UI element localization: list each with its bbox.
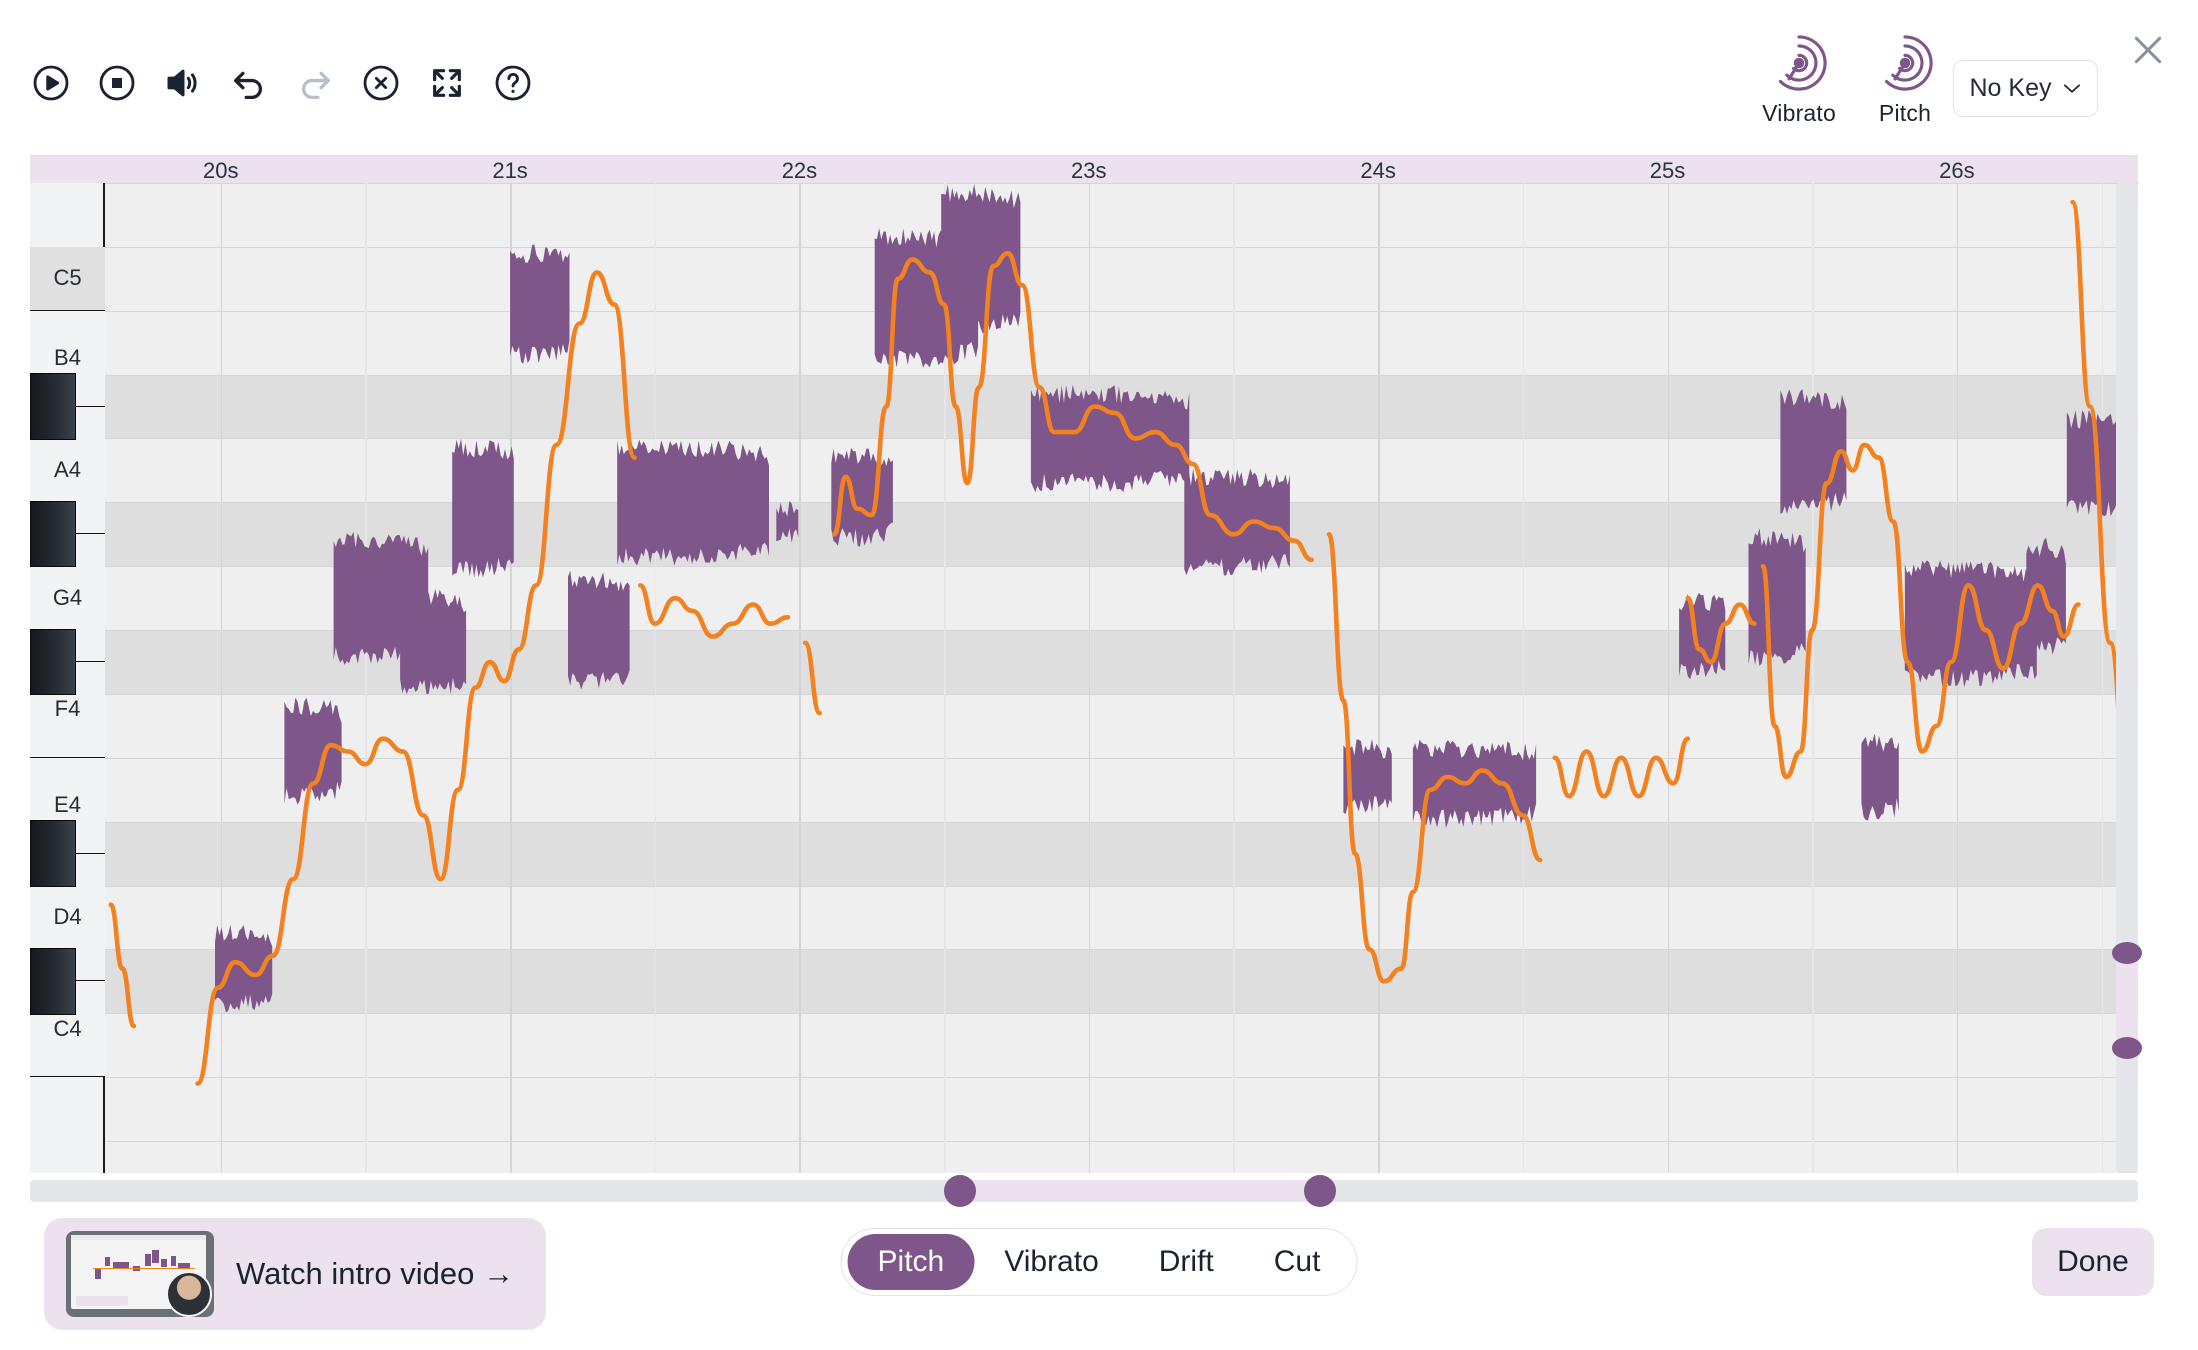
time-ruler[interactable]: 20s 21s 22s 23s 24s 25s 26s	[30, 155, 2138, 183]
ruler-tick: 22s	[782, 158, 817, 184]
piano-key-label: D4	[53, 904, 81, 930]
horizontal-scroll-range	[960, 1180, 1320, 1202]
knob-group: Vibrato Pitch	[1762, 30, 1938, 127]
vertical-scroll-handle-top[interactable]	[2112, 942, 2142, 964]
piano-key-asharp4[interactable]	[30, 373, 76, 439]
piano-key-fsharp4[interactable]	[30, 629, 76, 695]
avatar	[166, 1271, 212, 1317]
pitch-knob[interactable]: Pitch	[1872, 30, 1938, 127]
vibrato-dial-icon	[1766, 30, 1832, 96]
volume-icon[interactable]	[162, 62, 204, 104]
pitch-plot[interactable]	[105, 183, 2138, 1173]
ruler-tick: 25s	[1650, 158, 1685, 184]
piano-key-label: G4	[53, 585, 82, 611]
pitch-curve-segment[interactable]	[2073, 202, 2116, 956]
piano-key-label: C4	[53, 1016, 81, 1042]
note-blob[interactable]	[568, 571, 630, 690]
horizontal-scroll-handle-right[interactable]	[1304, 1175, 1336, 1207]
undo-icon[interactable]	[228, 62, 270, 104]
tool-mode-tabs[interactable]: PitchVibratoDriftCut	[841, 1228, 1358, 1296]
key-select-value: No Key	[1970, 74, 2052, 103]
intro-video-thumbnail	[66, 1231, 214, 1317]
tool-tab-vibrato[interactable]: Vibrato	[974, 1234, 1129, 1290]
reset-icon[interactable]	[360, 62, 402, 104]
pitch-knob-label: Pitch	[1879, 100, 1931, 127]
pitch-dial-icon	[1872, 30, 1938, 96]
pitch-curve-segment[interactable]	[1555, 739, 1688, 797]
ruler-tick: 24s	[1360, 158, 1395, 184]
help-icon[interactable]	[492, 62, 534, 104]
ruler-tick: 23s	[1071, 158, 1106, 184]
note-blob[interactable]	[510, 245, 569, 364]
piano-key-label: C5	[53, 265, 81, 291]
piano-key-label: B4	[54, 345, 81, 371]
tool-tab-drift[interactable]: Drift	[1129, 1234, 1244, 1290]
ruler-tick: 21s	[492, 158, 527, 184]
pitch-editor[interactable]: 20s 21s 22s 23s 24s 25s 26s C5 B4 A4 G4 F4 E4 D4 C4	[30, 155, 2138, 1173]
piano-key-c5[interactable]: C5	[30, 247, 105, 311]
vertical-scroll-handle-bottom[interactable]	[2112, 1037, 2142, 1059]
note-blob[interactable]	[1861, 734, 1898, 821]
note-blob[interactable]	[2067, 410, 2116, 516]
piano-key-csharp4[interactable]	[30, 948, 76, 1014]
piano-key-dsharp4[interactable]	[30, 820, 76, 886]
pitch-plot-svg	[105, 183, 2116, 1173]
tool-tab-cut[interactable]: Cut	[1244, 1234, 1351, 1290]
note-blob[interactable]	[284, 698, 341, 805]
piano-key-label: E4	[54, 792, 81, 818]
note-blob[interactable]	[1780, 389, 1846, 514]
piano-key-gsharp4[interactable]	[30, 501, 76, 567]
close-icon	[2128, 30, 2168, 70]
vertical-scroll-range	[2116, 953, 2138, 1048]
piano-roll-grid[interactable]: C5 B4 A4 G4 F4 E4 D4 C4	[30, 183, 2138, 1173]
note-blob[interactable]	[941, 184, 1020, 335]
done-button[interactable]: Done	[2032, 1228, 2154, 1296]
redo-icon	[294, 62, 336, 104]
key-select-dropdown[interactable]: No Key	[1953, 60, 2098, 117]
transport-toolbar	[30, 62, 534, 104]
note-blob[interactable]	[617, 440, 769, 566]
note-blob[interactable]	[776, 501, 798, 543]
app-header: Vibrato Pitch No Key	[0, 0, 2198, 152]
pitch-curve-segment[interactable]	[640, 585, 788, 636]
piano-key-label: F4	[55, 696, 81, 722]
stop-icon[interactable]	[96, 62, 138, 104]
note-blob[interactable]	[1749, 528, 1806, 666]
ruler-tick: 20s	[203, 158, 238, 184]
chevron-down-icon	[2063, 83, 2081, 94]
fullscreen-icon[interactable]	[426, 62, 468, 104]
piano-keyboard[interactable]: C5 B4 A4 G4 F4 E4 D4 C4	[30, 183, 105, 1173]
pitch-curve-segment[interactable]	[111, 905, 134, 1026]
close-button[interactable]	[2126, 28, 2170, 72]
note-blob[interactable]	[452, 439, 514, 578]
vertical-scrollbar[interactable]	[2116, 183, 2138, 1173]
piano-key-label: A4	[54, 457, 81, 483]
play-icon[interactable]	[30, 62, 72, 104]
vibrato-knob-label: Vibrato	[1762, 100, 1836, 127]
note-blob[interactable]	[400, 589, 466, 695]
horizontal-scrollbar[interactable]	[30, 1180, 2138, 1202]
horizontal-scroll-handle-left[interactable]	[944, 1175, 976, 1207]
pitch-curve-segment[interactable]	[805, 643, 820, 713]
vibrato-knob[interactable]: Vibrato	[1762, 30, 1836, 127]
watch-intro-video-card[interactable]: Watch intro video →	[44, 1218, 546, 1330]
watch-intro-video-label: Watch intro video →	[236, 1256, 514, 1292]
tool-tab-pitch[interactable]: Pitch	[848, 1234, 975, 1290]
ruler-tick: 26s	[1939, 158, 1974, 184]
